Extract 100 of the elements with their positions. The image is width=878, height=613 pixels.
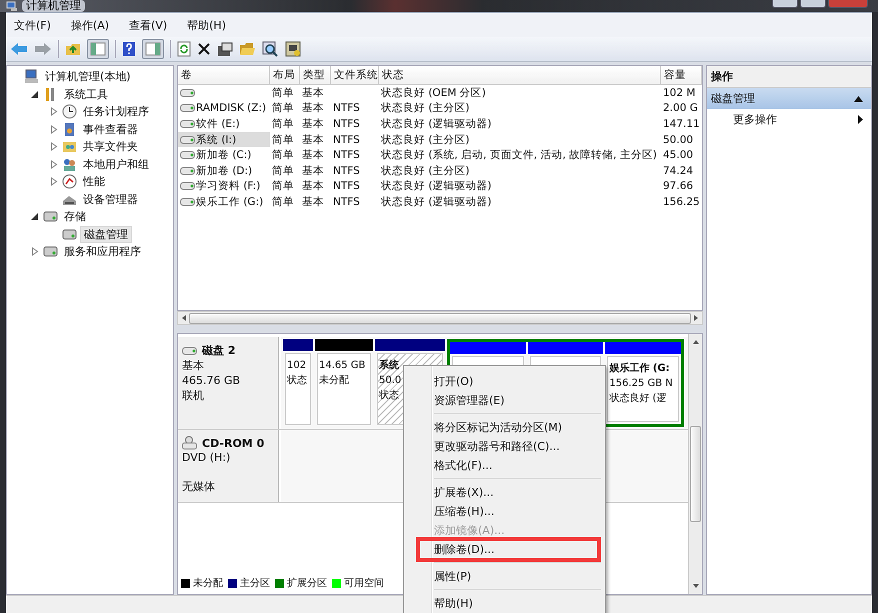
name-cell[interactable]: 新加卷 (D:) [178, 163, 270, 178]
maximize-button[interactable] [800, 0, 826, 8]
tree-item[interactable]: 服务和应用程序 [61, 244, 144, 260]
table-cell: 系统 (I:) [196, 132, 236, 147]
menu-item[interactable]: 帮助(H) [434, 596, 473, 611]
users-icon [62, 156, 77, 172]
table-cell: 基本 [302, 148, 324, 162]
name-cell[interactable]: 新加卷 (C:) [178, 148, 270, 163]
tree-item[interactable]: 本地用户和组 [80, 156, 152, 172]
name-cell[interactable]: 软件 (E:) [178, 116, 270, 132]
drive-icon [180, 120, 195, 128]
menu-item[interactable]: 删除卷(D)... [434, 542, 495, 557]
tree-item[interactable]: 任务计划程序 [80, 104, 152, 120]
help-icon[interactable] [122, 41, 136, 57]
menu-item[interactable]: 扩展卷(X)... [434, 485, 494, 500]
table-cell: 45.00 [663, 148, 694, 162]
partition-info: 156.25 GB N [609, 377, 673, 391]
column-header[interactable]: 容量 [661, 66, 702, 84]
name-cell[interactable]: 学习资料 (F:) [178, 178, 270, 194]
name-cell[interactable]: 系统 (I:) [178, 132, 270, 148]
tree-item[interactable]: 磁盘管理 [80, 226, 132, 243]
window-title: 计算机管理 [22, 0, 85, 12]
back-icon[interactable] [10, 42, 28, 56]
menu-item[interactable]: 查看(V) [129, 18, 168, 32]
folder-up-icon[interactable] [65, 42, 81, 56]
forward-icon[interactable] [34, 42, 52, 56]
column-header[interactable]: 布局 [270, 66, 300, 84]
table-cell: 状态良好 (逻辑驱动器) [381, 179, 492, 194]
drive-icon [180, 166, 195, 175]
collapse-icon[interactable] [854, 96, 863, 102]
scrollbar-thumb[interactable] [189, 312, 691, 324]
legend-label: 未分配 [193, 576, 223, 590]
table-cell: 简单 [272, 164, 294, 178]
expand-arrow-icon[interactable] [31, 212, 39, 222]
action-pane-icon[interactable] [142, 39, 164, 59]
table-cell: 简单 [272, 101, 294, 116]
table-cell: NTFS [333, 116, 360, 131]
disk-name: 磁盘 2 [202, 343, 236, 358]
refresh-icon[interactable] [177, 41, 191, 57]
properties-icon[interactable] [217, 42, 233, 56]
table-cell: 2.00 G [663, 101, 698, 116]
search-icon[interactable] [262, 41, 279, 57]
scroll-right-icon[interactable] [692, 314, 700, 322]
expand-arrow-icon[interactable] [31, 90, 39, 99]
table-cell: 基本 [302, 164, 324, 178]
column-header[interactable]: 文件系统 [331, 66, 379, 84]
drive-icon [180, 104, 195, 112]
scroll-left-icon[interactable] [180, 314, 188, 322]
scroll-up-icon[interactable] [692, 338, 700, 346]
menu-item[interactable]: 压缩卷(H)... [434, 504, 494, 519]
open-folder-icon[interactable] [239, 42, 256, 56]
tree-item[interactable]: 系统工具 [61, 86, 111, 102]
disk-info: 465.76 GB [182, 374, 242, 388]
gauge-icon [62, 174, 77, 190]
menu-item[interactable]: 操作(A) [70, 18, 110, 32]
column-header[interactable]: 状态 [379, 66, 661, 84]
table-cell: 简单 [272, 148, 294, 162]
table-cell: 简单 [272, 132, 294, 147]
menu-item[interactable]: 更改驱动器号和路径(C)... [434, 439, 560, 454]
table-cell: 基本 [302, 116, 324, 131]
partition-header-bar [375, 339, 445, 351]
drive-icon [180, 136, 195, 144]
menu-item[interactable]: 将分区标记为活动分区(M) [434, 420, 562, 435]
menu-item[interactable]: 资源管理器(E) [434, 393, 505, 408]
menu-item[interactable]: 格式化(F)... [434, 458, 492, 473]
table-cell: 简单 [272, 116, 294, 131]
partition-header-bar [315, 339, 373, 351]
menu-item[interactable]: 帮助(H) [187, 18, 226, 32]
partition-info: 50.0 [379, 374, 402, 388]
tree-item[interactable]: 事件查看器 [80, 122, 141, 137]
column-header[interactable]: 卷 [178, 66, 270, 84]
tree-toggle-icon[interactable] [87, 39, 109, 59]
name-cell[interactable]: 娱乐工作 (G:) [178, 194, 270, 210]
table-cell: NTFS [333, 132, 360, 147]
name-cell[interactable]: RAMDISK (Z:) [178, 100, 270, 116]
table-cell: 147.11 [663, 116, 700, 131]
tree-item[interactable]: 存储 [61, 209, 89, 224]
menu-item[interactable]: 打开(O) [434, 374, 474, 389]
table-cell: 102 M [663, 86, 696, 100]
scroll-down-icon[interactable] [692, 582, 700, 590]
menu-item[interactable]: 属性(P) [434, 569, 472, 584]
table-cell: 学习资料 (F:) [196, 179, 260, 194]
tree-item[interactable]: 性能 [80, 174, 108, 190]
table-cell: 97.66 [663, 179, 694, 194]
legend-label: 可用空间 [344, 576, 384, 590]
action-link[interactable]: 更多操作 [707, 109, 871, 130]
delete-icon[interactable] [197, 42, 211, 56]
tree-item[interactable]: 计算机管理(本地) [42, 69, 134, 84]
section-header[interactable]: 磁盘管理 [707, 88, 871, 109]
tree-item[interactable]: 设备管理器 [80, 192, 141, 207]
minimize-button[interactable] [772, 0, 798, 8]
table-cell: 软件 (E:) [196, 116, 240, 131]
tree-item[interactable]: 共享文件夹 [80, 139, 141, 154]
disk-info: DVD (H:) [182, 451, 232, 465]
column-header[interactable]: 类型 [300, 66, 331, 84]
scrollbar-thumb[interactable] [690, 426, 701, 522]
menu-item[interactable]: 文件(F) [14, 18, 51, 32]
table-cell: 新加卷 (C:) [196, 148, 252, 162]
table-cell: 状态良好 (主分区) [381, 101, 470, 116]
disk-info: 无媒体 [182, 480, 216, 494]
